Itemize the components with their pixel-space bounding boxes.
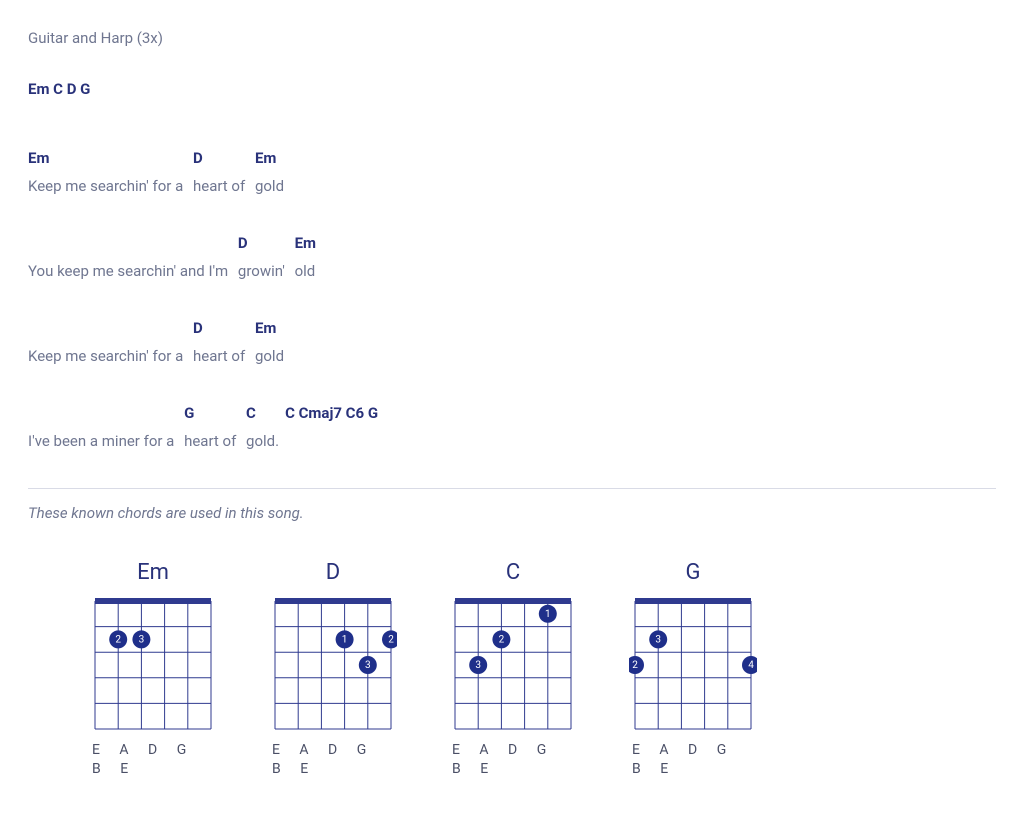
chord-label: C	[246, 403, 279, 421]
chord-label: Em	[255, 148, 284, 166]
chord-name: Em	[88, 558, 218, 589]
chord-name: G	[628, 558, 758, 589]
lyric-segment: I've been a miner for a	[28, 403, 178, 452]
lyric-segment: C Cmaj7 C6 G	[285, 403, 378, 452]
svg-text:3: 3	[655, 634, 661, 645]
lyric-text: You keep me searchin' and I'm	[28, 261, 232, 282]
intro-instruction: Guitar and Harp (3x)	[28, 28, 996, 49]
chord-label: D	[193, 148, 249, 166]
tuning-labels: E A D G B E	[88, 741, 218, 780]
fretboard-svg: 23	[89, 595, 217, 735]
lyric-segment: Keep me searchin' for a	[28, 318, 187, 367]
lyric-text: gold	[255, 346, 284, 367]
lyric-segment: Dheart of	[193, 318, 249, 367]
chord-label	[28, 318, 187, 336]
chord-label: D	[193, 318, 249, 336]
lyric-text: Keep me searchin' for a	[28, 176, 187, 197]
known-chords-caption: These known chords are used in this song…	[28, 503, 996, 524]
chord-label: Em	[295, 233, 316, 251]
chord-label: Em	[255, 318, 284, 336]
lyric-text: Keep me searchin' for a	[28, 346, 187, 367]
chord-label: G	[184, 403, 240, 421]
lyric-line: You keep me searchin' and I'm Dgrowin' E…	[28, 233, 996, 282]
fretboard-svg: 1 2 3	[449, 595, 577, 735]
tuning-labels: E A D G B E	[448, 741, 578, 780]
svg-text:1: 1	[545, 609, 551, 620]
lyric-text: heart of	[193, 346, 249, 367]
lyric-text: old	[295, 261, 316, 282]
lyric-segment: Dgrowin'	[238, 233, 289, 282]
lyric-line: Em Keep me searchin' for a Dheart of Em go…	[28, 148, 996, 197]
svg-text:4: 4	[748, 660, 754, 671]
lyric-segment: You keep me searchin' and I'm	[28, 233, 232, 282]
fretboard-svg: 3 2 4	[629, 595, 757, 735]
chord-diagram: C 1 2 3 E A D G B E	[448, 558, 578, 780]
svg-text:2: 2	[388, 634, 394, 645]
intro-chords: Em C D G	[28, 79, 996, 100]
lyric-segment: Gheart of	[184, 403, 240, 452]
chord-label	[28, 403, 178, 421]
svg-text:2: 2	[115, 634, 121, 645]
chord-name: C	[448, 558, 578, 589]
fretboard-svg: 1 2 3	[269, 595, 397, 735]
lyric-line: I've been a miner for a Gheart of Cgold.…	[28, 403, 996, 452]
lyric-text: growin'	[238, 261, 289, 282]
tuning-labels: E A D G B E	[628, 741, 758, 780]
lyric-text: heart of	[193, 176, 249, 197]
svg-text:1: 1	[342, 634, 348, 645]
lyric-segment: Em old	[295, 233, 316, 282]
chord-diagram: G 3 2 4 E A D G B E	[628, 558, 758, 780]
lyric-segment: Em gold	[255, 148, 284, 197]
tuning-labels: E A D G B E	[268, 741, 398, 780]
svg-text:2: 2	[499, 634, 505, 645]
chord-label: C Cmaj7 C6 G	[285, 403, 378, 421]
chord-diagram: Em23E A D G B E	[88, 558, 218, 780]
chord-label: D	[238, 233, 289, 251]
lyric-text: I've been a miner for a	[28, 431, 178, 452]
chord-diagram: D 1 2 3 E A D G B E	[268, 558, 398, 780]
lyric-text: gold	[255, 176, 284, 197]
svg-text:3: 3	[365, 660, 371, 671]
divider	[28, 488, 996, 489]
lyric-text: gold.	[246, 431, 279, 452]
lyric-segment: Cgold.	[246, 403, 279, 452]
lyric-segment: Em Keep me searchin' for a	[28, 148, 187, 197]
chord-name: D	[268, 558, 398, 589]
lyric-line: Keep me searchin' for a Dheart of Em gold	[28, 318, 996, 367]
lyric-segment: Dheart of	[193, 148, 249, 197]
chord-label	[28, 233, 232, 251]
lyric-text: heart of	[184, 431, 240, 452]
lyrics-block: Em Keep me searchin' for a Dheart of Em go…	[28, 148, 996, 452]
chord-diagrams-row: Em23E A D G B ED123E A D G B EC123E A D …	[28, 558, 996, 780]
chord-label: Em	[28, 148, 187, 166]
svg-text:3: 3	[475, 660, 481, 671]
svg-text:2: 2	[632, 660, 638, 671]
svg-text:3: 3	[139, 634, 145, 645]
lyric-segment: Em gold	[255, 318, 284, 367]
